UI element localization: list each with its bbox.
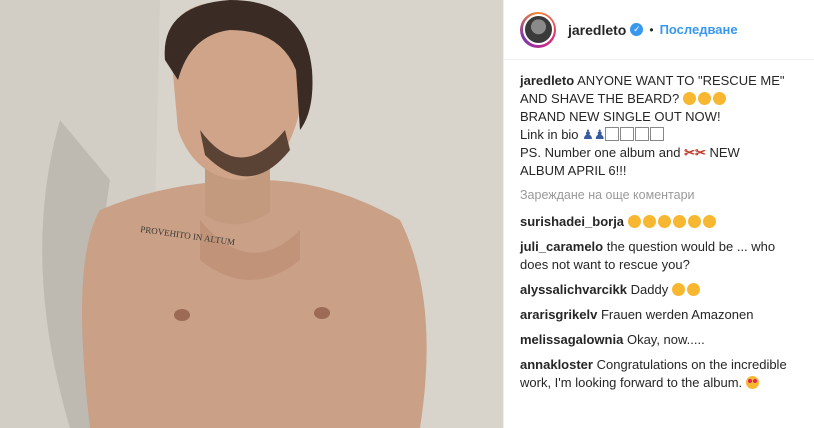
load-more-comments-button[interactable]: Зареждане на още коментари (520, 186, 798, 204)
comment-item: ararisgrikelv Frauen werden Amazonen (520, 306, 798, 324)
comment-username[interactable]: juli_caramelo (520, 239, 603, 254)
story-ring[interactable] (520, 11, 556, 48)
laughing-face-icon (712, 92, 726, 105)
unknown-glyph-icon (635, 127, 650, 141)
caption-line6: ALBUM APRIL 6!!! (520, 163, 627, 178)
scissors-icon: ✂✂ (684, 145, 706, 160)
comment-text: Frauen werden Amazonen (600, 307, 754, 322)
smiling-face-icon (687, 215, 701, 228)
smiling-face-icon (657, 215, 671, 228)
comment-item: melissagalownia Okay, now..... (520, 331, 798, 349)
smiling-face-icon (642, 215, 656, 228)
man-portrait-image: PROVEHITO IN ALTUM (0, 0, 503, 428)
laughing-face-icon (697, 92, 711, 105)
comment-username[interactable]: surishadei_borja (520, 214, 624, 229)
follow-button[interactable]: Последване (660, 22, 738, 37)
comments-list: jaredleto ANYONE WANT TO "RESCUE ME" AND… (504, 60, 814, 399)
unknown-glyph-icon (620, 127, 635, 141)
laughing-face-icon (682, 92, 696, 105)
comment-item: annakloster Congratulations on the incre… (520, 356, 798, 392)
comment-text: Daddy (630, 282, 669, 297)
comment-item: alyssalichvarcikk Daddy (520, 281, 798, 299)
comment-username[interactable]: annakloster (520, 357, 593, 372)
caption-line5b: NEW (709, 145, 740, 160)
caption-username[interactable]: jaredleto (520, 73, 574, 88)
person-figure-icon: ♟ (582, 127, 594, 142)
comment-username[interactable]: ararisgrikelv (520, 307, 597, 322)
post-header: jaredleto ✓ • Последване (504, 0, 814, 60)
verified-badge-icon: ✓ (630, 23, 644, 36)
post-photo[interactable]: PROVEHITO IN ALTUM (0, 0, 504, 428)
caption-line4: Link in bio (520, 127, 579, 142)
person-figure-icon: ♟ (593, 127, 606, 142)
tongue-face-icon (686, 283, 700, 296)
post-username[interactable]: jaredleto (568, 22, 626, 38)
unknown-glyph-icon (650, 127, 665, 141)
smiling-face-icon (672, 215, 686, 228)
caption-line1: ANYONE WANT TO "RESCUE ME" (577, 73, 785, 88)
unknown-glyph-icon (605, 127, 620, 141)
caption-line3: BRAND NEW SINGLE OUT NOW! (520, 109, 721, 124)
separator-dot: • (649, 22, 654, 37)
post-sidebar: jaredleto ✓ • Последване jaredleto ANYON… (504, 0, 814, 428)
heart-eyes-face-icon (745, 376, 759, 389)
caption: jaredleto ANYONE WANT TO "RESCUE ME" AND… (520, 72, 798, 180)
smiling-face-icon (702, 215, 716, 228)
grinning-face-icon (671, 283, 685, 296)
caption-line2: AND SHAVE THE BEARD? (520, 91, 680, 106)
comment-item: juli_caramelo the question would be ... … (520, 238, 798, 274)
avatar[interactable] (522, 14, 554, 45)
comment-username[interactable]: alyssalichvarcikk (520, 282, 627, 297)
comment-text: Okay, now..... (626, 332, 705, 347)
smiling-face-icon (627, 215, 641, 228)
comment-username[interactable]: melissagalownia (520, 332, 623, 347)
comment-item: surishadei_borja (520, 213, 798, 231)
caption-line5: PS. Number one album and (520, 145, 681, 160)
